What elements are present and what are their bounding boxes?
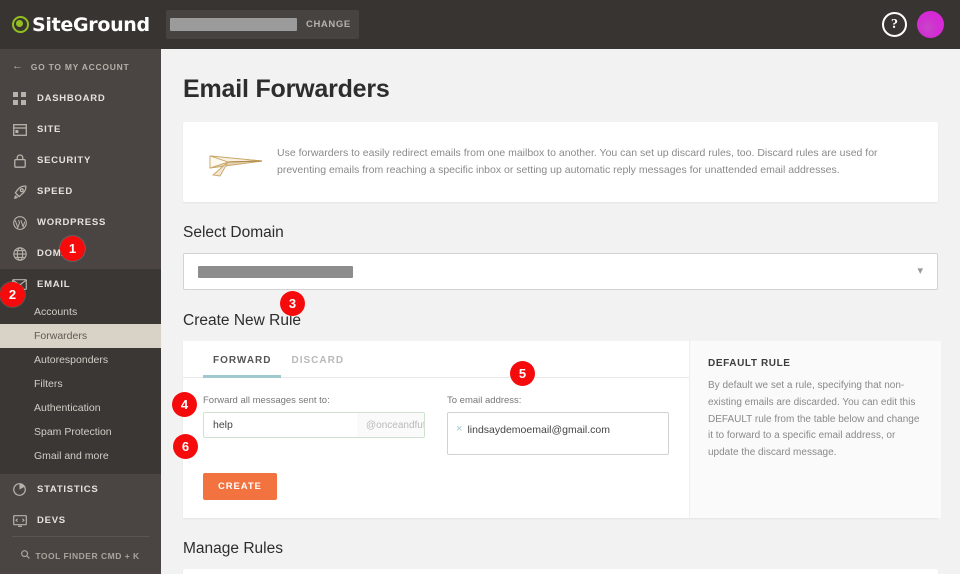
step-badge-5: 5 bbox=[510, 361, 535, 386]
sidebar-item-wordpress-label: WORDPRESS bbox=[37, 217, 107, 228]
create-rule-card: FORWARD DISCARD Forward all messages sen… bbox=[183, 341, 941, 518]
default-rule-panel: DEFAULT RULE By default we set a rule, s… bbox=[689, 341, 941, 518]
domain-select[interactable]: ▾ bbox=[183, 253, 938, 290]
forward-address-input[interactable] bbox=[204, 413, 357, 437]
search-icon bbox=[21, 550, 31, 561]
create-button-row: CREATE bbox=[183, 473, 689, 518]
app-root: SiteGround CHANGE ? ← GO TO MY ACCOUNT D… bbox=[0, 0, 960, 574]
default-rule-title: DEFAULT RULE bbox=[708, 358, 791, 369]
forward-field-label: Forward all messages sent to: bbox=[203, 395, 330, 406]
sidebar-item-statistics[interactable]: STATISTICS bbox=[0, 474, 161, 505]
tool-finder-label: TOOL FINDER CMD + K bbox=[35, 550, 140, 561]
change-site-button[interactable]: CHANGE bbox=[306, 19, 351, 30]
site-switcher[interactable]: CHANGE bbox=[166, 10, 359, 39]
forward-domain-suffix: @onceandfutur... bbox=[357, 413, 424, 437]
email-chip-label: lindsaydemoemail@gmail.com bbox=[467, 423, 610, 436]
sidebar-item-filters[interactable]: Filters bbox=[0, 372, 161, 396]
chevron-down-icon: ▾ bbox=[917, 265, 923, 277]
select-domain-title: Select Domain bbox=[183, 224, 284, 241]
to-field-label: To email address: bbox=[447, 395, 522, 406]
sidebar-item-speed[interactable]: SPEED bbox=[0, 176, 161, 207]
create-button[interactable]: CREATE bbox=[203, 473, 277, 500]
page-title: Email Forwarders bbox=[183, 75, 390, 103]
info-banner: Use forwarders to easily redirect emails… bbox=[183, 122, 938, 202]
body-row: ← GO TO MY ACCOUNT DASHBOARD SITE SECURI… bbox=[0, 49, 960, 574]
pie-chart-icon bbox=[12, 482, 27, 497]
siteground-logo-text: SiteGround bbox=[32, 13, 150, 36]
paper-plane-icon bbox=[205, 142, 267, 182]
sidebar-item-email-label: EMAIL bbox=[37, 279, 71, 290]
grid-icon bbox=[12, 91, 27, 106]
sidebar-item-dashboard[interactable]: DASHBOARD bbox=[0, 83, 161, 114]
lock-icon bbox=[12, 153, 27, 168]
step-badge-3: 3 bbox=[280, 291, 305, 316]
remove-chip-icon[interactable]: × bbox=[456, 424, 462, 435]
to-field-group: To email address: × lindsaydemoemail@gma… bbox=[447, 395, 669, 455]
go-to-my-account-label: GO TO MY ACCOUNT bbox=[30, 61, 130, 72]
wordpress-icon bbox=[12, 215, 27, 230]
email-chip: × lindsaydemoemail@gmail.com bbox=[456, 424, 610, 436]
step-badge-4: 4 bbox=[172, 392, 197, 417]
sidebar-item-gmail-and-more[interactable]: Gmail and more bbox=[0, 444, 161, 468]
siteground-logo-mark bbox=[12, 16, 29, 33]
tab-discard[interactable]: DISCARD bbox=[281, 341, 354, 377]
avatar[interactable] bbox=[917, 11, 944, 38]
rule-tabs: FORWARD DISCARD bbox=[183, 341, 689, 378]
sidebar-item-devs-label: DEVS bbox=[37, 515, 66, 526]
rocket-icon bbox=[12, 184, 27, 199]
selected-domain-value-redacted bbox=[198, 265, 353, 278]
sidebar-item-dashboard-label: DASHBOARD bbox=[37, 93, 106, 104]
to-email-input[interactable]: × lindsaydemoemail@gmail.com bbox=[447, 412, 669, 455]
sidebar-item-forwarders[interactable]: Forwarders bbox=[0, 324, 161, 348]
tab-forward[interactable]: FORWARD bbox=[203, 341, 282, 378]
sidebar-item-spam-protection[interactable]: Spam Protection bbox=[0, 420, 161, 444]
sidebar-item-site-label: SITE bbox=[37, 124, 62, 135]
table-header-row: Email Address Rule Actions bbox=[183, 569, 938, 574]
sidebar-item-security[interactable]: SECURITY bbox=[0, 145, 161, 176]
sidebar-item-speed-label: SPEED bbox=[37, 186, 73, 197]
top-bar-actions: ? bbox=[882, 11, 960, 38]
step-badge-1: 1 bbox=[60, 236, 85, 261]
window-icon bbox=[12, 122, 27, 137]
siteground-logo[interactable]: SiteGround bbox=[0, 14, 161, 36]
sidebar-item-autoresponders[interactable]: Autoresponders bbox=[0, 348, 161, 372]
main-content: Email Forwarders Use forwarders to easil… bbox=[161, 49, 960, 574]
forward-field-group: Forward all messages sent to: @onceandfu… bbox=[203, 395, 425, 455]
current-site-value-redacted bbox=[170, 18, 297, 31]
code-icon bbox=[12, 513, 27, 528]
sidebar-item-devs[interactable]: DEVS bbox=[0, 505, 161, 536]
manage-rules-table: Email Address Rule Actions bbox=[183, 569, 938, 574]
sidebar-item-site[interactable]: SITE bbox=[0, 114, 161, 145]
sidebar-item-security-label: SECURITY bbox=[37, 155, 92, 166]
arrow-left-icon: ← bbox=[12, 60, 24, 72]
info-banner-text: Use forwarders to easily redirect emails… bbox=[277, 147, 878, 176]
step-badge-2: 2 bbox=[0, 282, 25, 307]
sidebar-item-accounts[interactable]: Accounts bbox=[0, 300, 161, 324]
create-rule-form: FORWARD DISCARD Forward all messages sen… bbox=[183, 341, 689, 518]
step-badge-6: 6 bbox=[173, 434, 198, 459]
forward-input-combo[interactable]: @onceandfutur... bbox=[203, 412, 425, 438]
sidebar-item-statistics-label: STATISTICS bbox=[37, 484, 99, 495]
email-submenu: Accounts Forwarders Autoresponders Filte… bbox=[0, 300, 161, 474]
go-to-my-account-link[interactable]: ← GO TO MY ACCOUNT bbox=[0, 49, 161, 83]
tool-finder-button[interactable]: TOOL FINDER CMD + K bbox=[12, 536, 149, 574]
sidebar: ← GO TO MY ACCOUNT DASHBOARD SITE SECURI… bbox=[0, 49, 161, 574]
sidebar-item-wordpress[interactable]: WORDPRESS bbox=[0, 207, 161, 238]
rule-fields: Forward all messages sent to: @onceandfu… bbox=[183, 378, 689, 473]
top-bar: SiteGround CHANGE ? bbox=[0, 0, 960, 49]
globe-icon bbox=[12, 246, 27, 261]
sidebar-item-authentication[interactable]: Authentication bbox=[0, 396, 161, 420]
create-new-rule-label: Create New Rule bbox=[183, 312, 302, 329]
help-icon[interactable]: ? bbox=[882, 12, 907, 37]
manage-rules-title: Manage Rules bbox=[183, 540, 283, 557]
default-rule-text: By default we set a rule, specifying tha… bbox=[708, 380, 920, 459]
